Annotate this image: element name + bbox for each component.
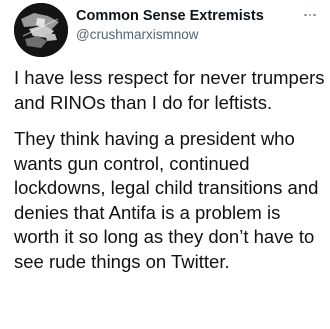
author-display-name[interactable]: Common Sense Extremists <box>76 8 264 24</box>
more-dot <box>304 13 307 17</box>
more-dot <box>308 13 312 17</box>
tweet-paragraph-1: I have less respect for never trumpers a… <box>14 67 325 113</box>
tweet-paragraph-2: They think having a president who wants … <box>14 128 319 272</box>
author-handle[interactable]: @crushmarxismnow <box>76 27 198 42</box>
tweet-card: Common Sense Extremists @crushmarxismnow… <box>0 0 330 329</box>
tweet-text: I have less respect for never trumpers a… <box>14 66 326 274</box>
more-dot <box>313 13 316 17</box>
more-options-icon[interactable] <box>301 8 319 22</box>
profile-avatar-icon[interactable] <box>14 3 68 57</box>
